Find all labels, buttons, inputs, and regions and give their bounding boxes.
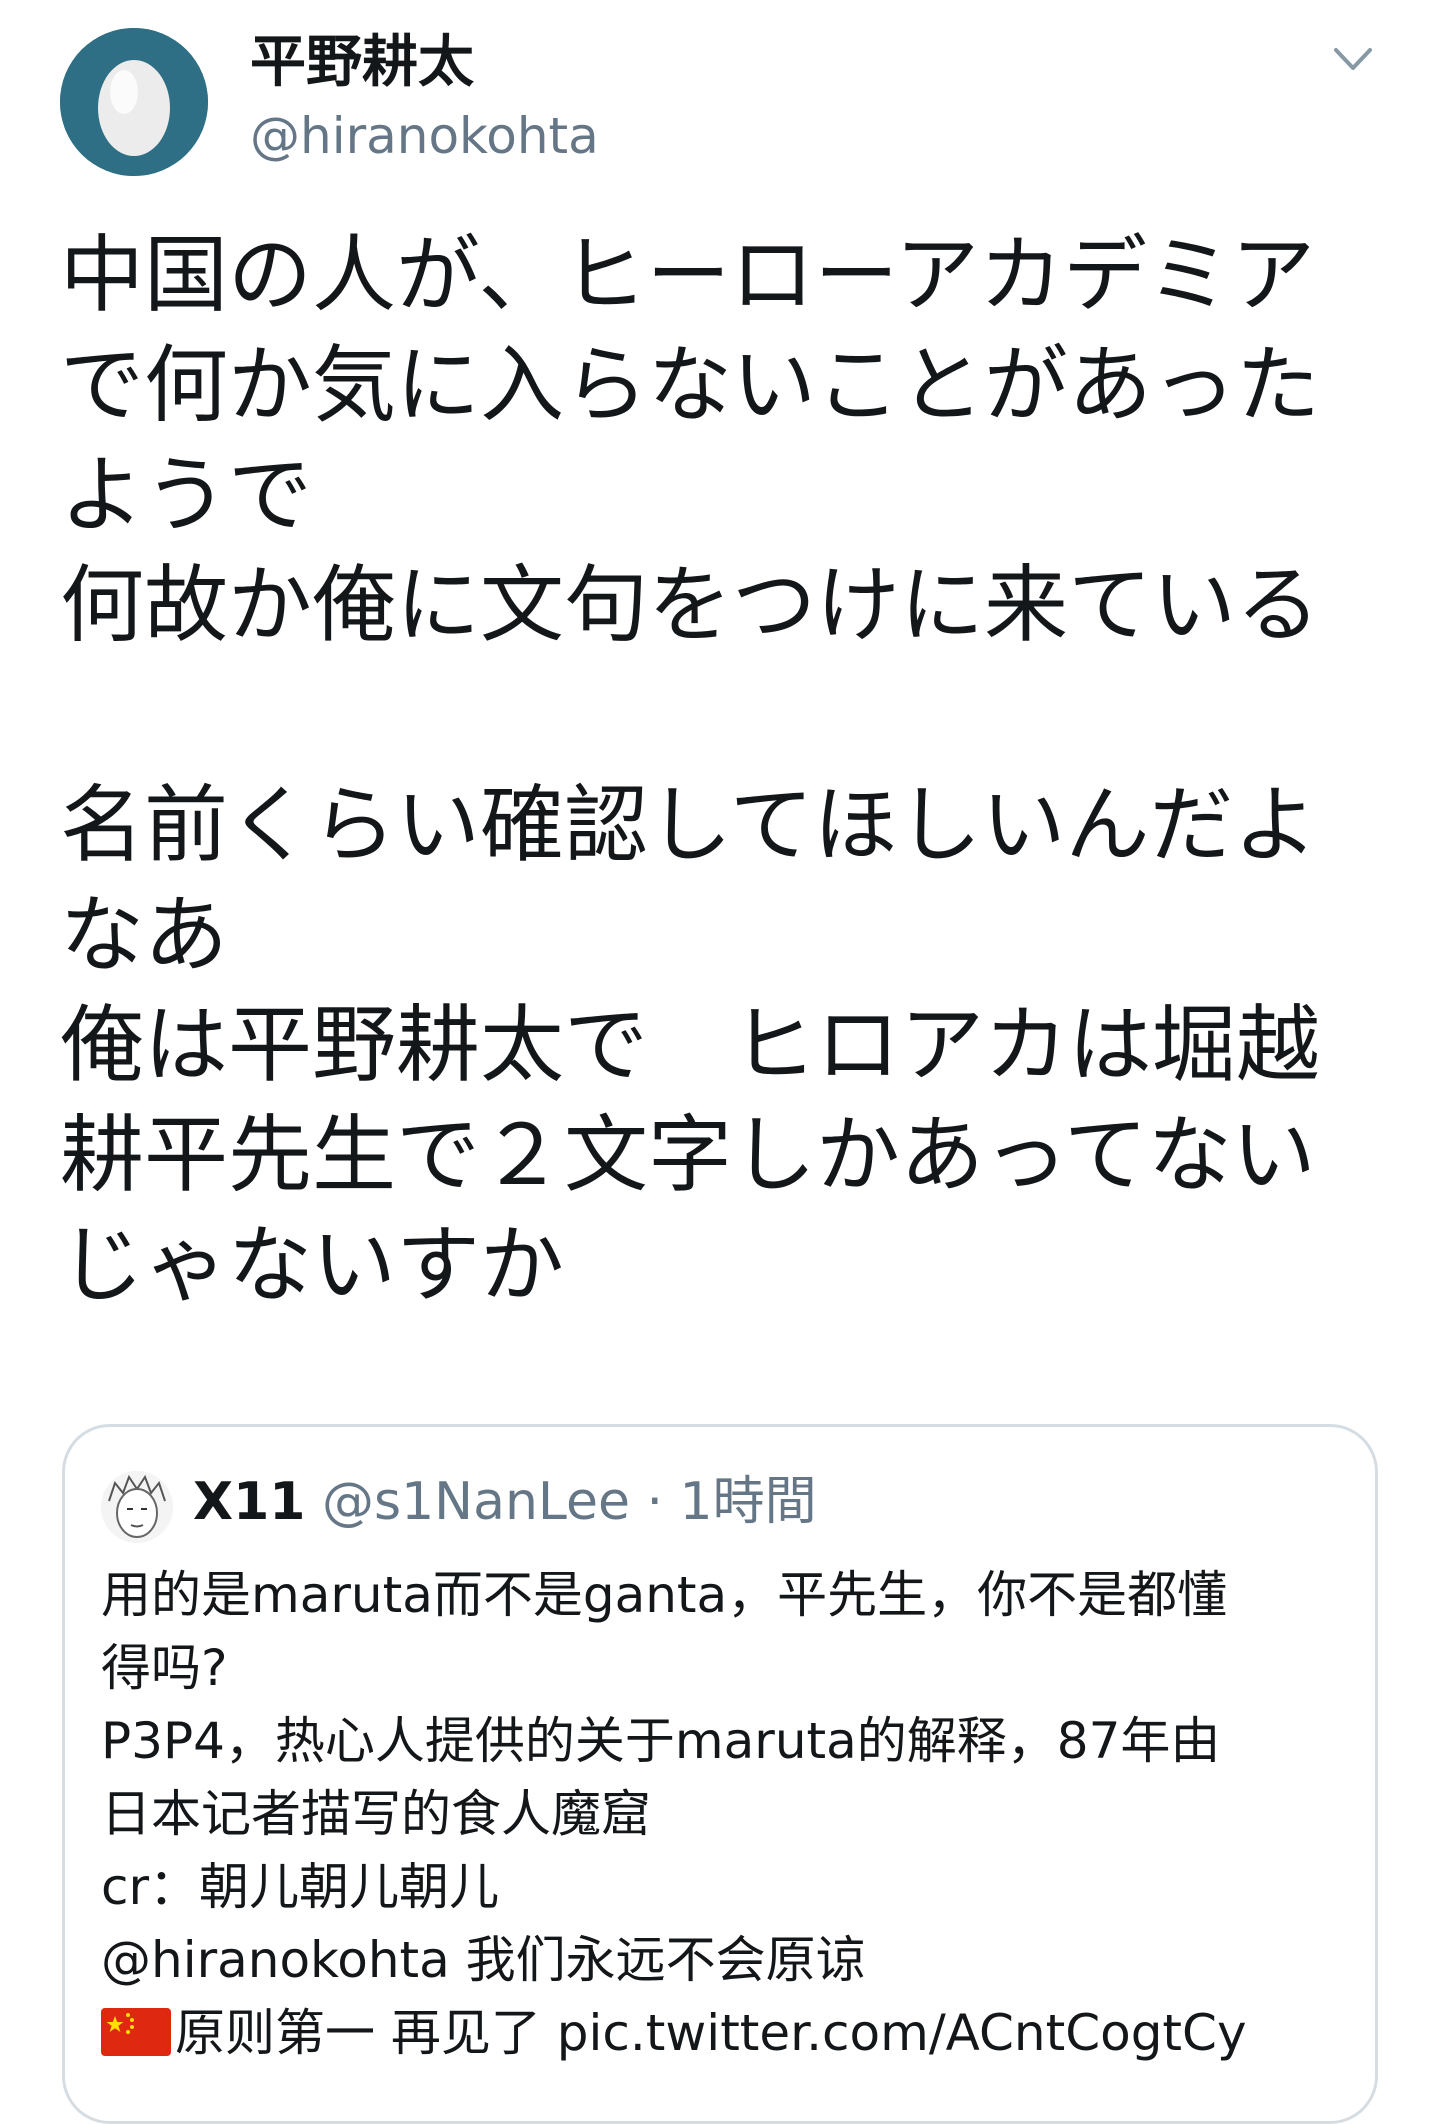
tweet-line: 何故か俺に文句をつけに来ている [60, 556, 1321, 654]
author-display-name[interactable]: 平野耕太 [250, 28, 474, 98]
quote-header: X11 @s1NanLee · 1時間 [193, 1467, 817, 1537]
quote-media-link[interactable]: pic.twitter.com/ACntCogtCy [557, 2004, 1247, 2062]
quote-line: P3P4，热心人提供的关于maruta的解释，87年由 [101, 1712, 1221, 1770]
tweet-line: 耕平先生で２文字しかあってない [60, 1106, 1316, 1204]
manga-character-avatar-icon [101, 1471, 173, 1543]
tweet-line: 中国の人が、ヒーローアカデミア [60, 226, 1315, 324]
default-egg-avatar-icon [60, 28, 208, 176]
quote-text: 用的是maruta而不是ganta，平先生，你不是都懂 得吗? P3P4，热心人… [101, 1559, 1361, 2070]
quoted-tweet-card[interactable]: X11 @s1NanLee · 1時間 用的是maruta而不是ganta，平先… [62, 1424, 1378, 2124]
quote-line: 用的是maruta而不是ganta，平先生，你不是都懂 [101, 1566, 1228, 1624]
quote-line-last: 原则第一 再见了 pic.twitter.com/ACntCogtCy [101, 1997, 1361, 2070]
quote-line: 日本记者描写的食人魔窟 [101, 1785, 651, 1843]
tweet-line: 俺は平野耕太で ヒロアカは堀越 [60, 996, 1321, 1094]
quote-author-avatar[interactable] [101, 1471, 173, 1543]
quote-line: cr：朝儿朝儿朝儿 [101, 1858, 500, 1916]
quote-separator: · [646, 1472, 663, 1532]
quote-author-handle[interactable]: @s1NanLee [322, 1472, 630, 1532]
tweet-line: ようで [60, 446, 313, 544]
quote-timestamp[interactable]: 1時間 [680, 1472, 817, 1532]
chevron-down-icon [1334, 48, 1372, 70]
tweet-text: 中国の人が、ヒーローアカデミア で何か気に入らないことがあった ようで 何故か俺… [60, 220, 1340, 1320]
author-handle[interactable]: @hiranokohta [250, 104, 599, 168]
quote-line: 得吗? [101, 1639, 228, 1697]
quote-last-line-text: 原则第一 再见了 [175, 2004, 557, 2062]
tweet-line: で何か気に入らないことがあった [60, 336, 1321, 434]
author-avatar[interactable] [60, 28, 208, 176]
tweet-line: なあ [60, 886, 229, 984]
quote-line: @hiranokohta 我们永远不会原谅 [101, 1931, 866, 1989]
quote-author-name[interactable]: X11 [193, 1472, 305, 1532]
tweet-menu-button[interactable] [1330, 36, 1376, 82]
tweet-line: じゃないすか [60, 1216, 565, 1314]
tweet-line: 名前くらい確認してほしいんだよ [60, 776, 1318, 874]
china-flag-icon [101, 2008, 171, 2056]
